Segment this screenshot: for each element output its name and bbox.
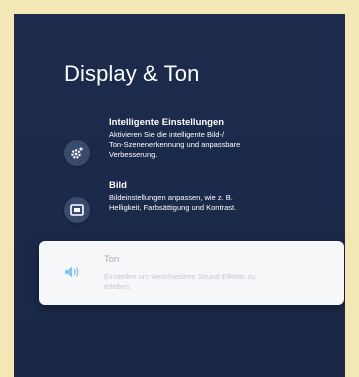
menu-item-description: Einstellen um verschiedene Sound-Effekte… — [104, 272, 256, 291]
picture-icon — [64, 197, 90, 223]
menu-item-description: Aktivieren Sie die intelligente Bild-/ T… — [109, 130, 241, 159]
speaker-icon — [61, 261, 83, 283]
menu-item-title: Intelligente Einstellungen — [109, 117, 225, 128]
gear-sparkle-icon — [64, 140, 90, 166]
menu-item-title: Ton — [104, 254, 120, 265]
menu-item-title: Bild — [109, 180, 127, 191]
page-title: Display & Ton — [64, 61, 200, 86]
menu-item-sound[interactable]: Ton Einstellen um verschiedene Sound-Eff… — [39, 241, 344, 305]
menu-item-description: Bildeinstellungen anpassen, wie z. B. He… — [109, 193, 237, 212]
tv-settings-screen: Display & Ton Intelligente Einstellungen… — [14, 14, 345, 377]
